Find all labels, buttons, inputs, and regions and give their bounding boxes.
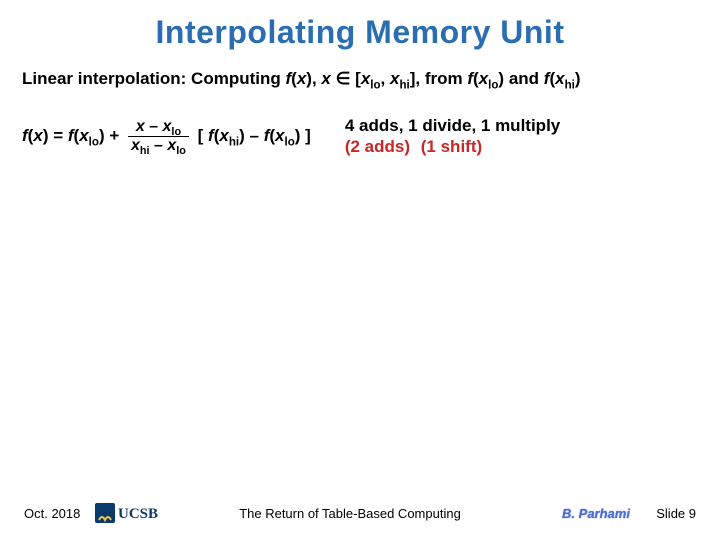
footer-slidenum: Slide 9 bbox=[636, 506, 696, 521]
subtitle-xvar: x bbox=[321, 69, 330, 88]
footer-center: The Return of Table-Based Computing bbox=[174, 506, 556, 521]
subtitle-lo: lo bbox=[370, 79, 380, 91]
den-xlo: x bbox=[167, 137, 176, 154]
cost-2adds: (2 adds) bbox=[345, 137, 410, 156]
cost-note: 4 adds, 1 divide, 1 multiply (2 adds) (1… bbox=[345, 115, 560, 158]
lhs-x: x bbox=[33, 126, 42, 145]
subtitle-in: ∈ [ bbox=[331, 69, 361, 88]
subtitle-sep: , bbox=[381, 69, 390, 88]
subtitle-fxhi-hi: hi bbox=[565, 79, 575, 91]
t3-x: x bbox=[275, 126, 284, 145]
t3-lo: lo bbox=[285, 136, 295, 148]
num-x: x bbox=[136, 118, 145, 135]
cost-line2: (2 adds) (1 shift) bbox=[345, 136, 560, 157]
subtitle-and: and bbox=[504, 69, 544, 88]
bc: ] bbox=[300, 126, 310, 145]
subtitle: Linear interpolation: Computing f(x), x … bbox=[0, 51, 720, 89]
subtitle-fxhi-x: x bbox=[555, 69, 564, 88]
subtitle-fxhi-f: f bbox=[544, 69, 550, 88]
formula-row: f(x) = f(xlo) + x – xloxhi – xlo [ f(xhi… bbox=[0, 89, 720, 158]
den-lo: lo bbox=[176, 145, 186, 157]
subtitle-fxlo-x: x bbox=[479, 69, 488, 88]
footer: Oct. 2018 UCSB The Return of Table-Based… bbox=[0, 500, 720, 526]
subtitle-close: ], from bbox=[410, 69, 468, 88]
footer-date: Oct. 2018 bbox=[24, 506, 94, 521]
logo-text: UCSB bbox=[118, 506, 158, 522]
subtitle-mid: , bbox=[312, 69, 321, 88]
slide-title: Interpolating Memory Unit bbox=[0, 0, 720, 51]
subtitle-fxlo-f: f bbox=[467, 69, 473, 88]
cost-1shift: (1 shift) bbox=[421, 137, 482, 156]
m2: – bbox=[245, 126, 264, 145]
subtitle-x: x bbox=[297, 69, 306, 88]
eq: = bbox=[48, 126, 67, 145]
subtitle-hi: hi bbox=[399, 79, 409, 91]
num-minus: – bbox=[145, 118, 163, 135]
footer-author: B. Parhami bbox=[556, 506, 636, 521]
ucsb-logo: UCSB bbox=[94, 500, 174, 526]
fraction: x – xloxhi – xlo bbox=[128, 119, 189, 154]
t2-x: x bbox=[219, 126, 228, 145]
den-xhi: x bbox=[131, 137, 140, 154]
plus: + bbox=[105, 126, 124, 145]
den-minus: – bbox=[150, 137, 168, 154]
den-hi: hi bbox=[140, 145, 150, 157]
t1-x: x bbox=[79, 126, 88, 145]
bo: [ bbox=[193, 126, 208, 145]
t2-hi: hi bbox=[229, 136, 239, 148]
subtitle-fxlo-lo: lo bbox=[488, 79, 498, 91]
subtitle-lead: Linear interpolation: Computing bbox=[22, 69, 285, 88]
cost-line1: 4 adds, 1 divide, 1 multiply bbox=[345, 115, 560, 136]
subtitle-f: f bbox=[285, 69, 291, 88]
formula: f(x) = f(xlo) + x – xloxhi – xlo [ f(xhi… bbox=[22, 119, 311, 154]
t1-lo: lo bbox=[89, 136, 99, 148]
subtitle-xlo: x bbox=[361, 69, 370, 88]
